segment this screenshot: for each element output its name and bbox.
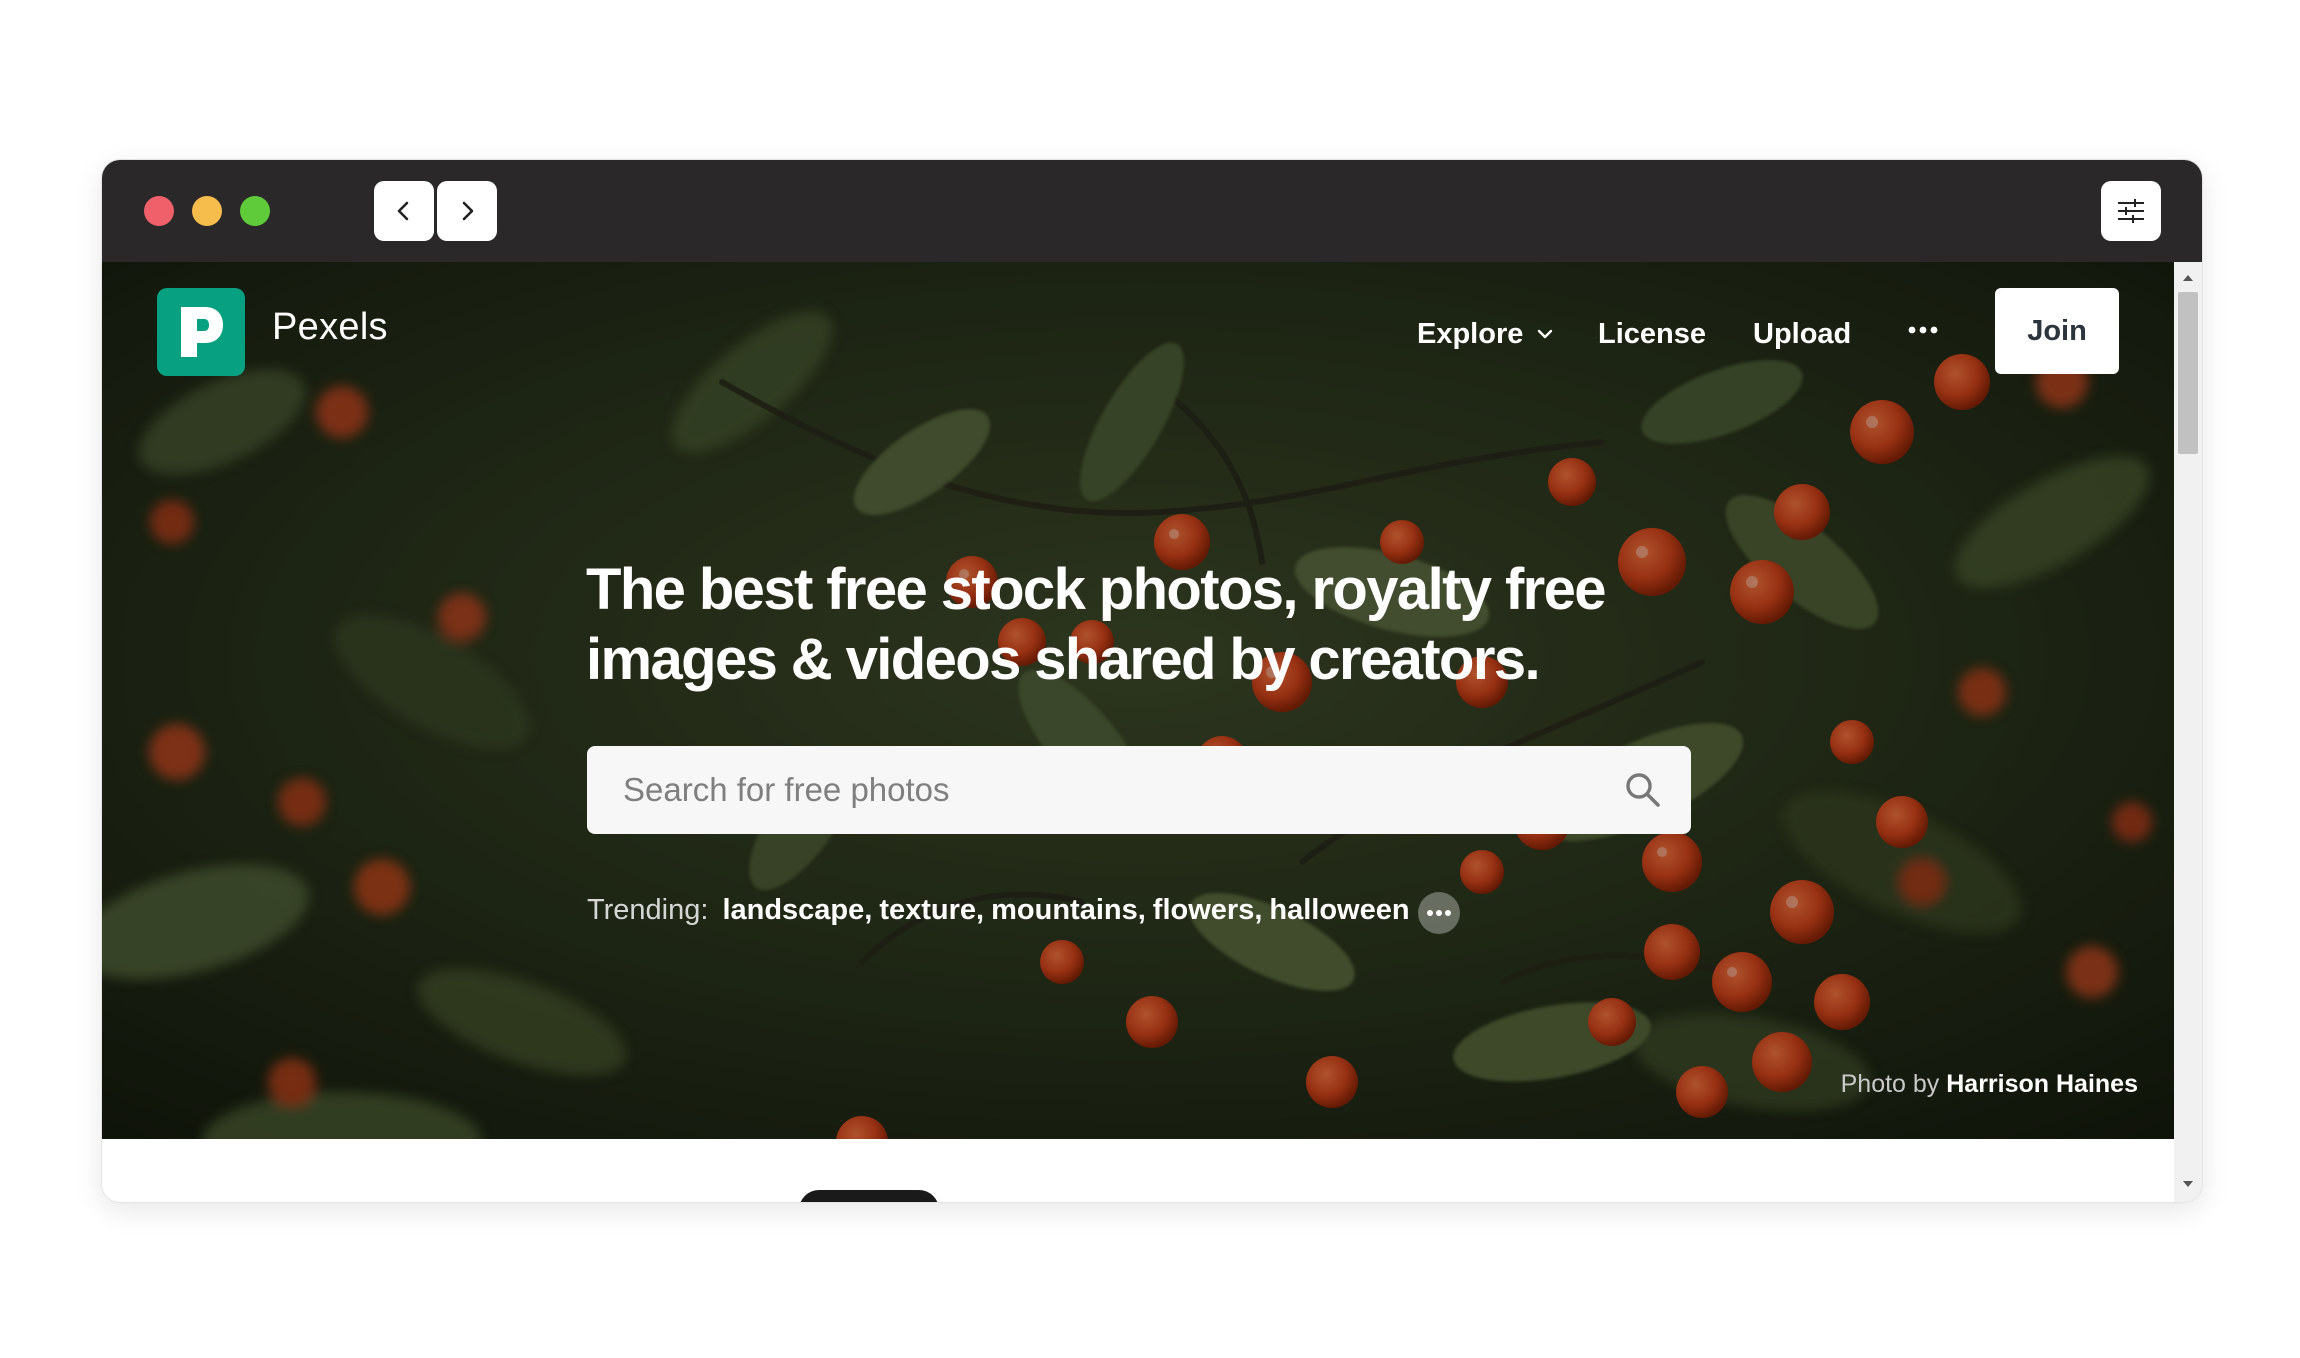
maximize-window-button[interactable] xyxy=(240,196,270,226)
chevron-right-icon xyxy=(462,201,474,221)
nav-license[interactable]: License xyxy=(1598,314,1706,354)
forward-button[interactable] xyxy=(437,181,497,241)
sliders-icon xyxy=(2118,199,2144,223)
trending-item[interactable]: landscape xyxy=(722,894,864,927)
ellipsis-icon xyxy=(1427,910,1451,916)
photographer-link[interactable]: Harrison Haines xyxy=(1946,1070,2138,1098)
scroll-up-arrow-icon[interactable] xyxy=(2174,268,2202,288)
page-content: Pexels Explore License Upload Join The b… xyxy=(102,262,2174,1202)
nav-upload[interactable]: Upload xyxy=(1753,314,1851,354)
browser-window: Pexels Explore License Upload Join The b… xyxy=(102,160,2202,1202)
hero-headline: The best free stock photos, royalty free… xyxy=(586,555,1736,695)
photo-credit: Photo by Harrison Haines xyxy=(1841,1070,2138,1099)
search-input[interactable] xyxy=(587,746,1587,834)
vertical-scrollbar[interactable] xyxy=(2174,262,2202,1202)
join-button[interactable]: Join xyxy=(1995,288,2119,374)
settings-button[interactable] xyxy=(2101,181,2161,241)
brand-name[interactable]: Pexels xyxy=(272,306,388,349)
close-window-button[interactable] xyxy=(144,196,174,226)
trending-item[interactable]: texture xyxy=(879,894,976,927)
pexels-p-logo-icon xyxy=(181,307,223,357)
hero-section: Pexels Explore License Upload Join The b… xyxy=(102,262,2174,1139)
back-button[interactable] xyxy=(374,181,434,241)
title-bar xyxy=(102,160,2202,262)
search-bar xyxy=(587,746,1691,834)
scroll-down-arrow-icon[interactable] xyxy=(2174,1174,2202,1194)
chevron-down-icon xyxy=(1537,328,1553,340)
nav-more-button[interactable] xyxy=(1908,310,1938,350)
tab-pill[interactable] xyxy=(799,1190,939,1202)
trending-searches: Trending: landscape, texture, mountains,… xyxy=(587,893,1410,927)
chevron-left-icon xyxy=(397,201,409,221)
search-icon[interactable] xyxy=(1623,770,1663,810)
trending-more-button[interactable] xyxy=(1418,892,1460,934)
minimize-window-button[interactable] xyxy=(192,196,222,226)
nav-explore[interactable]: Explore xyxy=(1417,314,1553,354)
hero-dark-overlay xyxy=(102,262,2174,1139)
pexels-logo[interactable] xyxy=(157,288,245,376)
scrollbar-thumb[interactable] xyxy=(2178,292,2198,454)
trending-item[interactable]: flowers xyxy=(1153,894,1255,927)
trending-label: Trending: xyxy=(587,893,709,926)
ellipsis-icon xyxy=(1908,326,1938,334)
trending-item[interactable]: halloween xyxy=(1269,894,1409,927)
nav-explore-label: Explore xyxy=(1417,317,1524,350)
trending-item[interactable]: mountains xyxy=(991,894,1138,927)
hero-headline-line-2: images & videos shared by creators. xyxy=(586,627,1541,692)
hero-headline-line-1: The best free stock photos, royalty free xyxy=(586,557,1607,622)
photo-credit-prefix: Photo by xyxy=(1840,1070,1940,1098)
